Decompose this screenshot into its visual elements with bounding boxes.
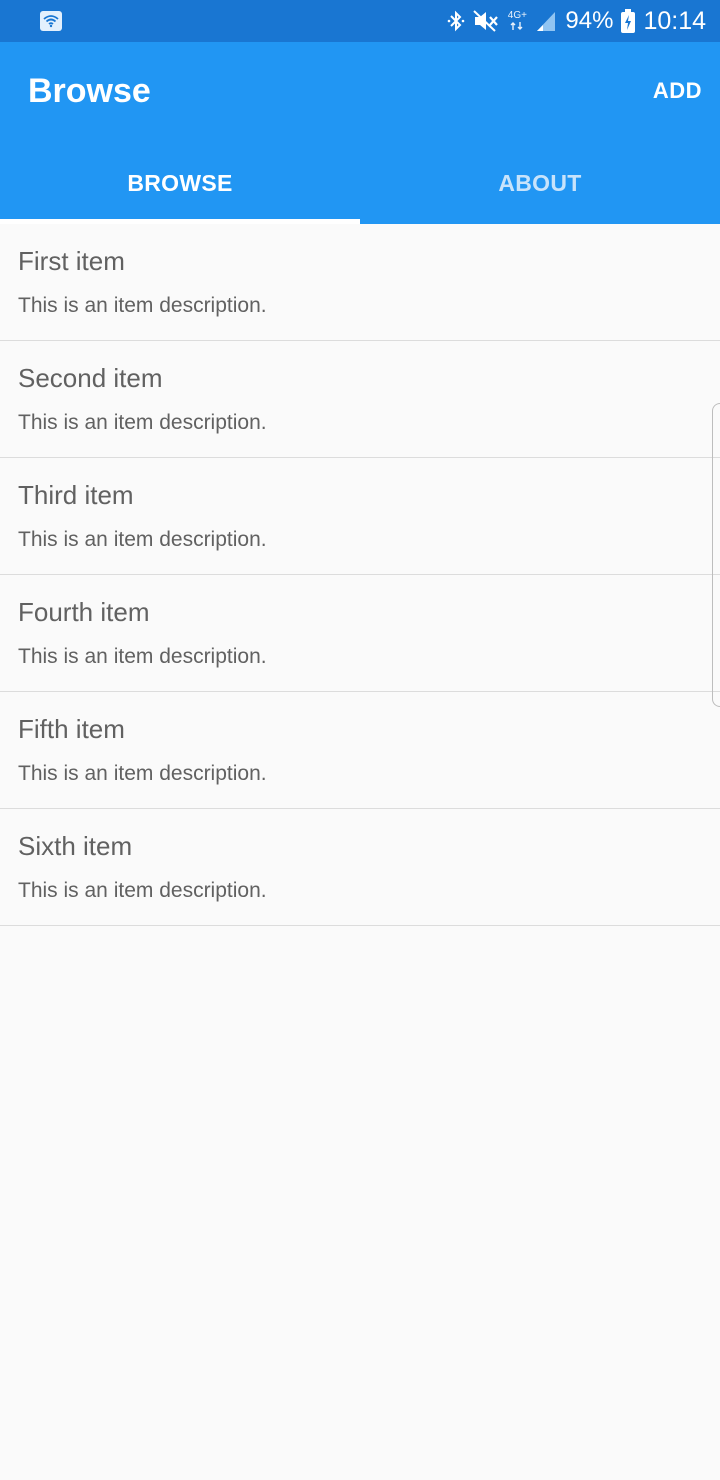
tab-browse[interactable]: BROWSE (0, 142, 360, 224)
item-title: Second item (18, 363, 163, 393)
battery-percent: 94% (565, 7, 614, 34)
network-label: 4G+ (507, 10, 527, 21)
item-title: Fifth item (18, 714, 125, 744)
item-description: This is an item description. (18, 879, 267, 902)
bluetooth-icon (447, 9, 465, 33)
add-button[interactable]: ADD (653, 78, 702, 104)
list-item[interactable]: Fourth item This is an item description. (0, 575, 720, 692)
network-type-icon: 4G+ (507, 11, 527, 31)
tab-browse-label: BROWSE (127, 169, 233, 196)
list-item[interactable]: Sixth item This is an item description. (0, 809, 720, 926)
page-title: Browse (28, 72, 151, 110)
item-title: First item (18, 246, 125, 276)
list-item[interactable]: Second item This is an item description. (0, 341, 720, 458)
item-description: This is an item description. (18, 528, 267, 551)
item-description: This is an item description. (18, 294, 267, 317)
signal-icon (535, 10, 557, 32)
tab-bar: BROWSE ABOUT (0, 142, 720, 224)
item-description: This is an item description. (18, 645, 267, 668)
status-bar: 4G+ 94% 10:14 (0, 0, 720, 42)
wifi-icon (40, 11, 62, 31)
app-bar: Browse ADD BROWSE ABOUT (0, 42, 720, 224)
item-title: Sixth item (18, 831, 133, 861)
item-description: This is an item description. (18, 411, 267, 434)
item-title: Fourth item (18, 597, 150, 627)
items-list: First item This is an item description. … (0, 224, 720, 926)
tab-about-label: ABOUT (498, 169, 582, 196)
battery-charging-icon (621, 9, 636, 33)
item-title: Third item (18, 480, 134, 510)
clock: 10:14 (643, 6, 706, 35)
item-description: This is an item description. (18, 762, 267, 785)
list-item[interactable]: Fifth item This is an item description. (0, 692, 720, 809)
tab-about[interactable]: ABOUT (360, 142, 720, 224)
edge-panel-handle[interactable] (712, 403, 720, 707)
list-item[interactable]: Third item This is an item description. (0, 458, 720, 575)
mute-icon (473, 9, 499, 33)
list-item[interactable]: First item This is an item description. (0, 224, 720, 341)
